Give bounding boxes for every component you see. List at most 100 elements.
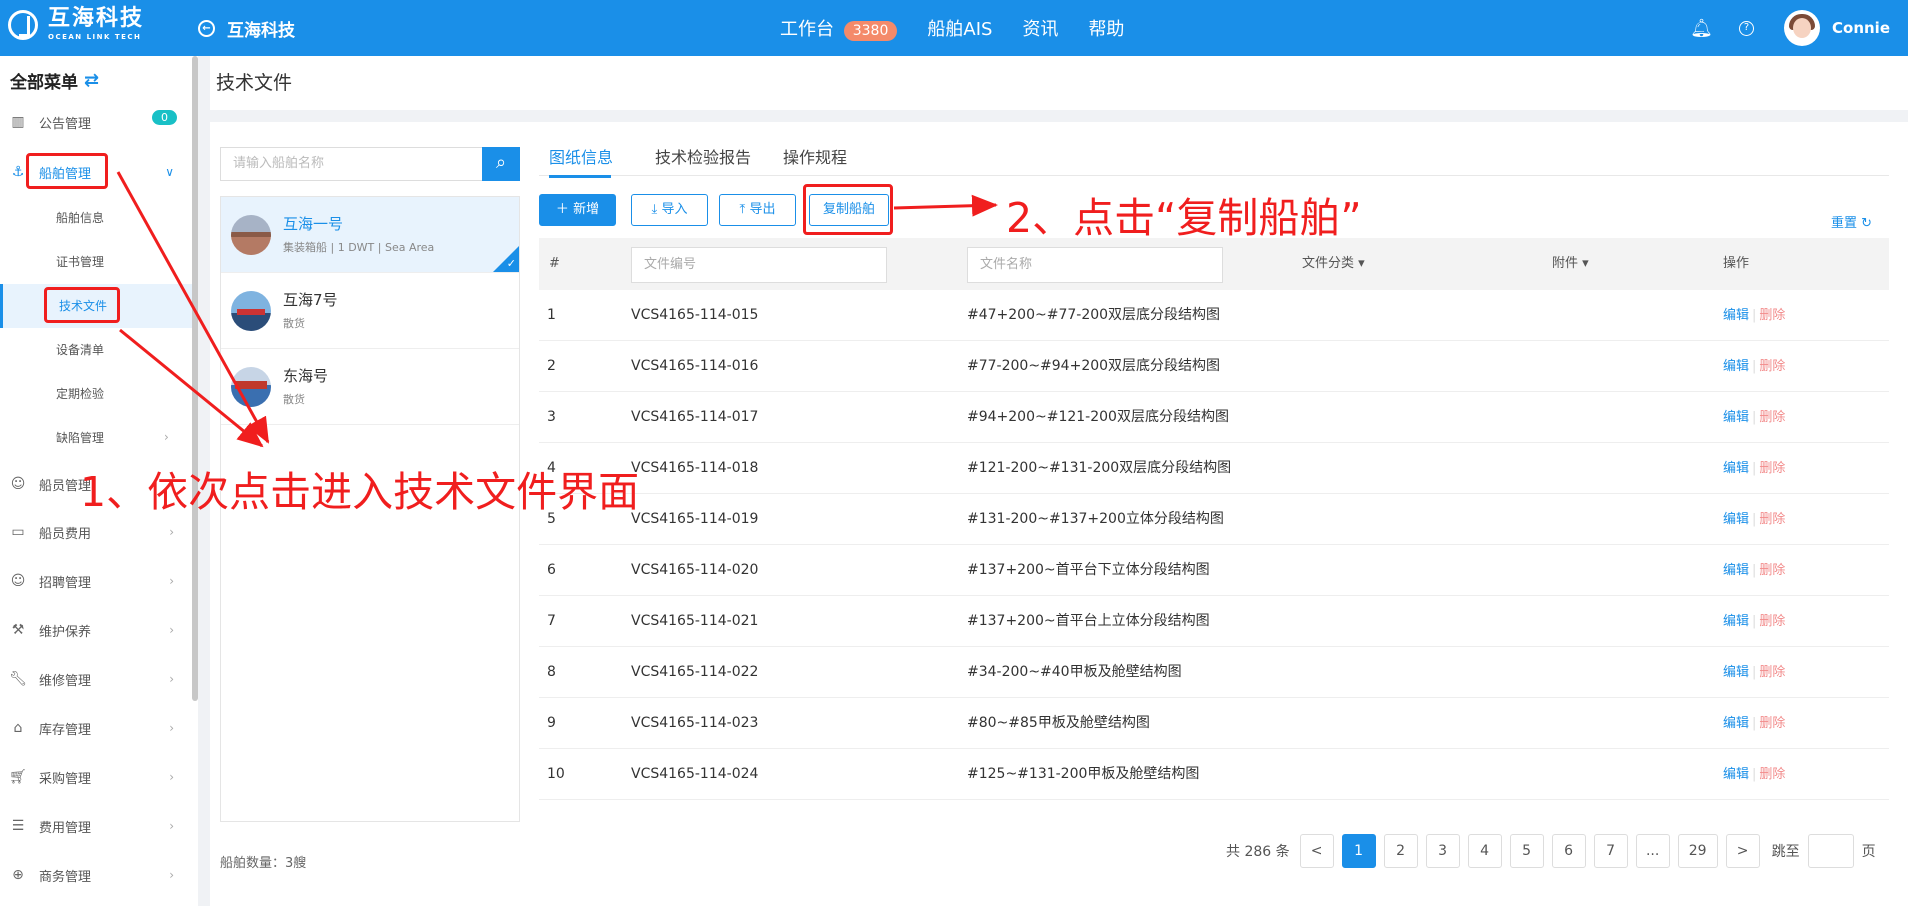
sidebar-item-purchasing[interactable]: 🛒︎ 采购管理 › xyxy=(0,757,192,797)
nav-news[interactable]: 资讯 xyxy=(1022,15,1058,41)
row-index: 10 xyxy=(547,766,565,782)
hammer-icon: ⚒︎ xyxy=(11,622,25,638)
edit-link[interactable]: 编辑 xyxy=(1723,614,1749,629)
delete-link[interactable]: 删除 xyxy=(1759,512,1785,527)
row-index: 9 xyxy=(547,715,556,731)
action-separator: | xyxy=(1752,308,1757,323)
wrench-icon: 🔧︎ xyxy=(9,671,27,687)
sidebar-subitem-ship-info[interactable]: 船舶信息 xyxy=(0,196,192,240)
bell-icon[interactable]: 🔔︎ xyxy=(1690,18,1713,39)
username[interactable]: Connie xyxy=(1832,19,1890,37)
export-button[interactable]: ⤒ 导出 xyxy=(719,194,796,226)
edit-link[interactable]: 编辑 xyxy=(1723,665,1749,680)
search-icon[interactable]: ⌕ xyxy=(482,147,520,181)
jump-page-input[interactable] xyxy=(1807,834,1854,868)
tab-drawings[interactable]: 图纸信息 xyxy=(549,144,614,178)
export-label: 导出 xyxy=(749,202,776,217)
nav-workbench-label: 工作台 xyxy=(780,19,834,40)
page-button[interactable]: 7 xyxy=(1593,834,1628,868)
page-button[interactable]: 1 xyxy=(1341,834,1376,868)
edit-link[interactable]: 编辑 xyxy=(1723,563,1749,578)
delete-link[interactable]: 删除 xyxy=(1759,308,1785,323)
edit-link[interactable]: 编辑 xyxy=(1723,767,1749,782)
prev-page-button[interactable]: < xyxy=(1299,834,1334,868)
sidebar-item-label: 招聘管理 xyxy=(39,575,92,591)
edit-link[interactable]: 编辑 xyxy=(1723,716,1749,731)
all-menu-label: 全部菜单 xyxy=(10,73,78,93)
back-button[interactable]: ← 互海科技 xyxy=(198,16,295,41)
row-file-name: #80~#85甲板及舱壁结构图 xyxy=(967,715,1150,731)
page-button[interactable]: 3 xyxy=(1425,834,1460,868)
edit-link[interactable]: 编辑 xyxy=(1723,461,1749,476)
check-icon: ✓ xyxy=(506,257,516,270)
edit-link[interactable]: 编辑 xyxy=(1723,308,1749,323)
table-row: 8 VCS4165-114-022 #34-200~#40甲板及舱壁结构图 编辑 | 删除 xyxy=(539,647,1889,698)
row-file-name: #121-200~#131-200双层底分段结构图 xyxy=(967,460,1232,476)
row-file-number: VCS4165-114-023 xyxy=(631,715,759,731)
help-icon[interactable]: ? xyxy=(1739,20,1754,36)
page-button[interactable]: 29 xyxy=(1677,834,1718,868)
tab-operating-procedures[interactable]: 操作规程 xyxy=(783,144,847,168)
company-logo[interactable]: 互海科技 OCEAN LINK TECH xyxy=(8,8,144,41)
add-label: 新增 xyxy=(573,202,600,217)
sidebar-subitem-periodic-inspection[interactable]: 定期检验 xyxy=(0,372,192,416)
reset-button[interactable]: 重置 ↻ xyxy=(1831,212,1872,231)
delete-link[interactable]: 删除 xyxy=(1759,461,1785,476)
edit-link[interactable]: 编辑 xyxy=(1723,410,1749,425)
page-button[interactable]: 2 xyxy=(1383,834,1418,868)
edit-link[interactable]: 编辑 xyxy=(1723,359,1749,374)
delete-link[interactable]: 删除 xyxy=(1759,665,1785,680)
page-button[interactable]: 4 xyxy=(1467,834,1502,868)
sidebar-item-label: 维护保养 xyxy=(39,624,92,640)
page-button[interactable]: 6 xyxy=(1551,834,1586,868)
tab-label: 图纸信息 xyxy=(549,148,614,167)
swap-icon[interactable]: ⇄ xyxy=(84,70,99,91)
nav-ship-ais[interactable]: 船舶AIS xyxy=(927,15,992,41)
sidebar-subitem-equipment-list[interactable]: 设备清单 xyxy=(0,328,192,372)
delete-link[interactable]: 删除 xyxy=(1759,767,1785,782)
table-row: 4 VCS4165-114-018 #121-200~#131-200双层底分段结构… xyxy=(539,443,1889,494)
next-page-button[interactable]: > xyxy=(1725,834,1760,868)
table-row: 2 VCS4165-114-016 #77-200~#94+200双层底分段结构图 编… xyxy=(539,341,1889,392)
delete-link[interactable]: 删除 xyxy=(1759,359,1785,374)
delete-link[interactable]: 删除 xyxy=(1759,410,1785,425)
row-index: 2 xyxy=(547,358,556,374)
action-separator: | xyxy=(1752,359,1757,374)
total-count: 共 286 条 xyxy=(1226,841,1290,861)
arrow-left-icon: ← xyxy=(198,20,215,37)
tab-inspection-reports[interactable]: 技术检验报告 xyxy=(655,144,751,168)
sidebar-item-expenses[interactable]: ☰ 费用管理 › xyxy=(0,806,192,846)
ship-count-value: 3艘 xyxy=(285,856,307,871)
col-attachment-header[interactable]: 附件 ▾ xyxy=(1552,238,1589,290)
row-file-name: #131-200~#137+200立体分段结构图 xyxy=(967,511,1224,527)
avatar[interactable] xyxy=(1784,10,1820,46)
sidebar-subitem-certificates[interactable]: 证书管理 xyxy=(0,240,192,284)
page-ellipsis[interactable]: ... xyxy=(1635,834,1670,868)
file-number-filter-input[interactable]: 文件编号 xyxy=(631,247,887,283)
ship-card[interactable]: 互海7号 散货 xyxy=(221,273,519,349)
ship-search-input[interactable]: 请输入船舶名称 xyxy=(220,147,482,181)
sidebar-scrollbar[interactable] xyxy=(192,56,198,701)
nav-workbench[interactable]: 工作台 3380 xyxy=(780,15,898,41)
sidebar-item-recruitment[interactable]: ☺ 招聘管理 › xyxy=(0,561,192,601)
file-name-filter-input[interactable]: 文件名称 xyxy=(967,247,1223,283)
sidebar-item-inventory[interactable]: ⌂ 库存管理 › xyxy=(0,708,192,748)
delete-link[interactable]: 删除 xyxy=(1759,614,1785,629)
page-button[interactable]: 5 xyxy=(1509,834,1544,868)
ship-card[interactable]: 东海号 散货 xyxy=(221,349,519,425)
nav-help[interactable]: 帮助 xyxy=(1088,15,1124,41)
ship-details: 散货 xyxy=(283,393,305,406)
sidebar-item-crew-expenses[interactable]: ▭ 船员费用 › xyxy=(0,512,192,552)
edit-link[interactable]: 编辑 xyxy=(1723,512,1749,527)
pagination: 共 286 条 < 1 2 3 4 5 6 7 ... 29 > 跳至 页 xyxy=(1226,834,1876,868)
import-button[interactable]: ⤓ 导入 xyxy=(631,194,708,226)
sidebar-item-maintenance[interactable]: ⚒︎ 维护保养 › xyxy=(0,610,192,650)
sidebar-item-repair[interactable]: 🔧︎ 维修管理 › xyxy=(0,659,192,699)
col-category-header[interactable]: 文件分类 ▾ xyxy=(1302,238,1365,290)
sidebar-item-business[interactable]: ⊕ 商务管理 › xyxy=(0,855,192,895)
delete-link[interactable]: 删除 xyxy=(1759,563,1785,578)
delete-link[interactable]: 删除 xyxy=(1759,716,1785,731)
add-button[interactable]: ＋ 新增 xyxy=(539,194,616,226)
announcement-count-badge: 0 xyxy=(152,110,177,125)
ship-card[interactable]: 互海一号 集装箱船 | 1 DWT | Sea Area ✓ xyxy=(221,197,519,273)
